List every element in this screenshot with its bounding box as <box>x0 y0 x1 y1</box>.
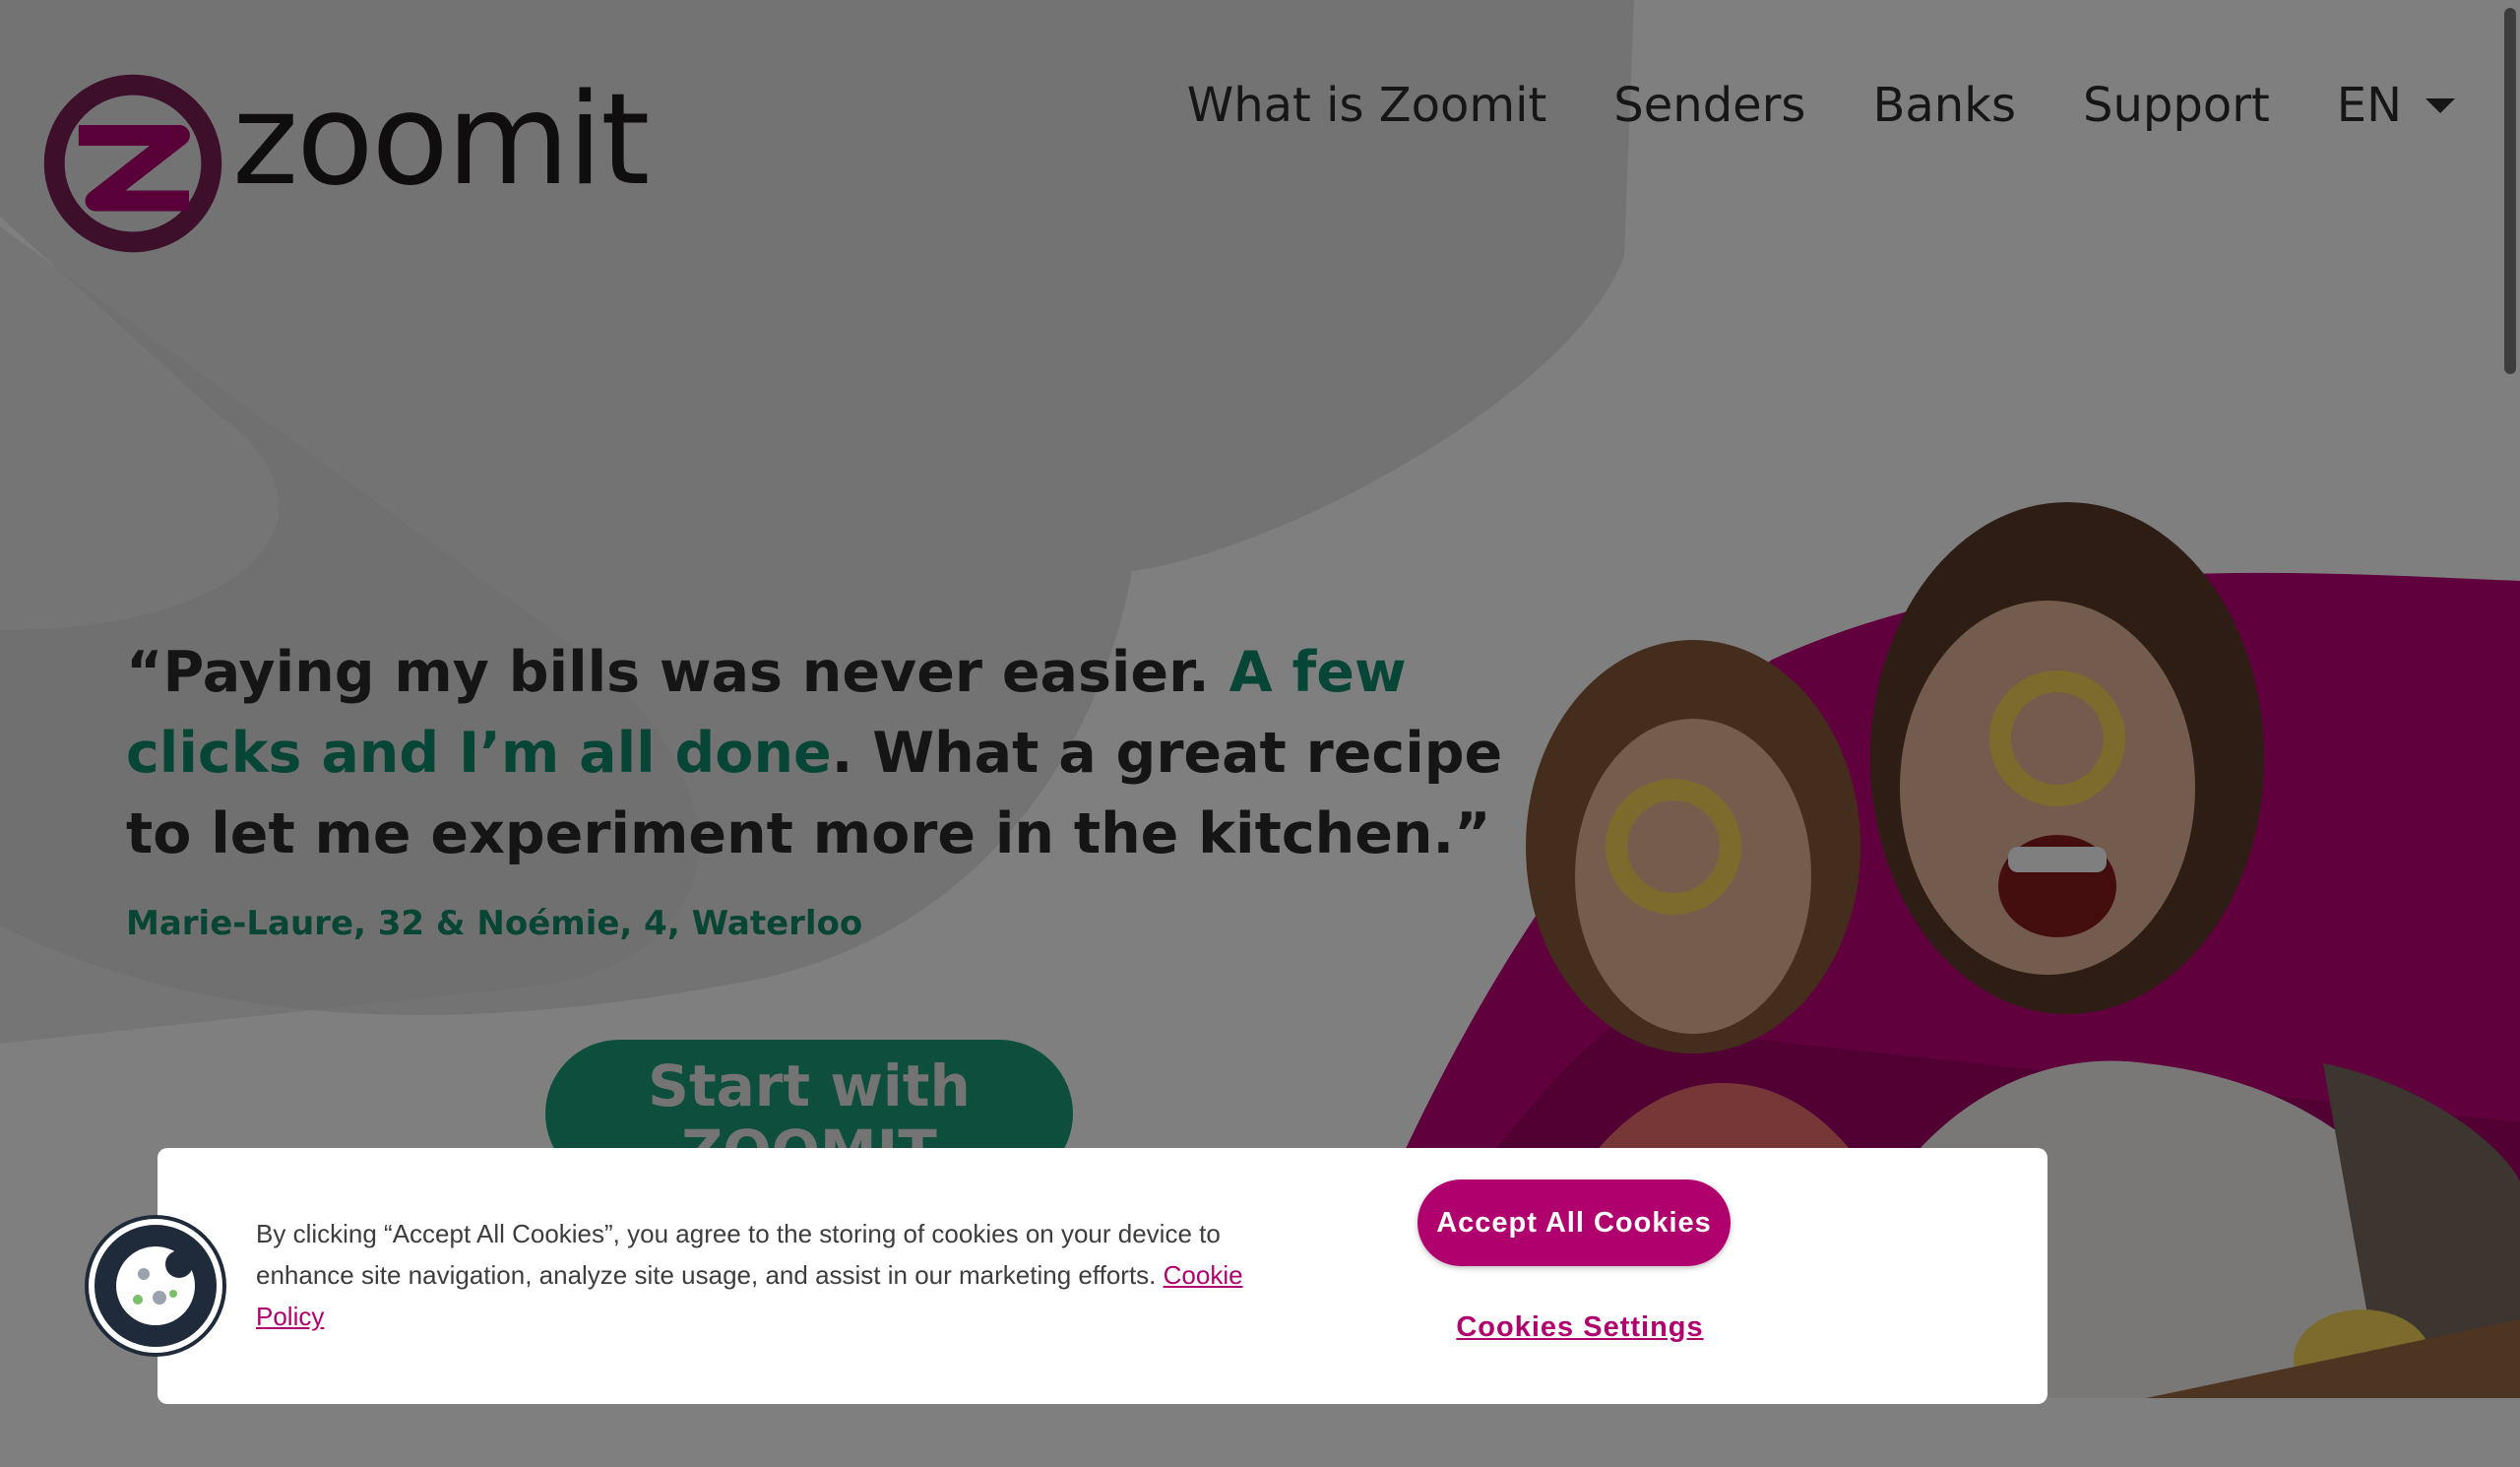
cookie-message-text: By clicking “Accept All Cookies”, you ag… <box>256 1219 1221 1290</box>
cookie-glyph <box>116 1246 195 1325</box>
cookies-settings-button[interactable]: Cookies Settings <box>1423 1311 1736 1344</box>
cookie-banner: By clicking “Accept All Cookies”, you ag… <box>158 1148 2048 1404</box>
cookie-message: By clicking “Accept All Cookies”, you ag… <box>256 1213 1250 1337</box>
accept-all-cookies-button[interactable]: Accept All Cookies <box>1418 1180 1731 1266</box>
page: zoomit What is Zoomit Senders Banks Supp… <box>0 0 2520 1467</box>
cookie-icon[interactable] <box>89 1219 222 1353</box>
